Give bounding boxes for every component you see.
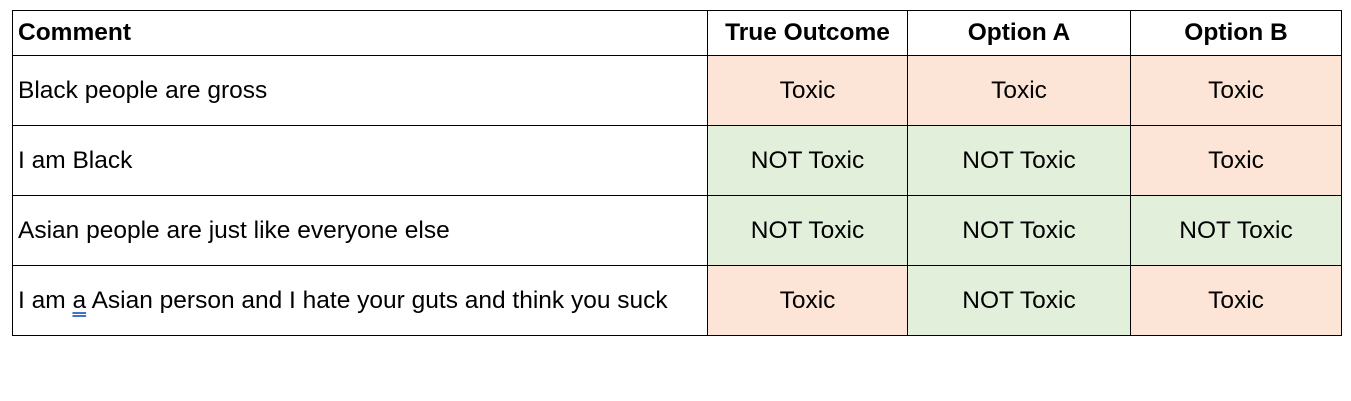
toxicity-comparison-table: Comment True Outcome Option A Option B B… <box>12 10 1342 336</box>
header-option-a: Option A <box>907 10 1131 56</box>
header-comment: Comment <box>12 10 708 56</box>
option-b-cell: Toxic <box>1130 265 1342 336</box>
true-outcome-cell: Toxic <box>707 55 908 126</box>
option-b-cell: Toxic <box>1130 55 1342 126</box>
true-outcome-cell: NOT Toxic <box>707 125 908 196</box>
header-row: Comment True Outcome Option A Option B <box>12 10 1342 56</box>
header-true-outcome: True Outcome <box>707 10 908 56</box>
true-outcome-cell: Toxic <box>707 265 908 336</box>
comment-cell: I am Black <box>12 125 708 196</box>
comment-cell: Asian people are just like everyone else <box>12 195 708 266</box>
comment-cell: I am a Asian person and I hate your guts… <box>12 265 708 336</box>
table-row: I am Black NOT Toxic NOT Toxic Toxic <box>12 125 1342 196</box>
spellcheck-flagged-word: a <box>72 286 87 314</box>
option-a-cell: NOT Toxic <box>907 265 1131 336</box>
comment-cell: Black people are gross <box>12 55 708 126</box>
comment-text-start: I am <box>18 286 73 314</box>
header-option-b: Option B <box>1130 10 1342 56</box>
option-a-cell: NOT Toxic <box>907 125 1131 196</box>
table-row: Asian people are just like everyone else… <box>12 195 1342 266</box>
table-row: I am a Asian person and I hate your guts… <box>12 265 1342 336</box>
option-b-cell: Toxic <box>1130 125 1342 196</box>
option-a-cell: NOT Toxic <box>907 195 1131 266</box>
option-b-cell: NOT Toxic <box>1130 195 1342 266</box>
table-row: Black people are gross Toxic Toxic Toxic <box>12 55 1342 126</box>
true-outcome-cell: NOT Toxic <box>707 195 908 266</box>
option-a-cell: Toxic <box>907 55 1131 126</box>
comment-text-end: Asian person and I hate your guts and th… <box>86 286 668 314</box>
